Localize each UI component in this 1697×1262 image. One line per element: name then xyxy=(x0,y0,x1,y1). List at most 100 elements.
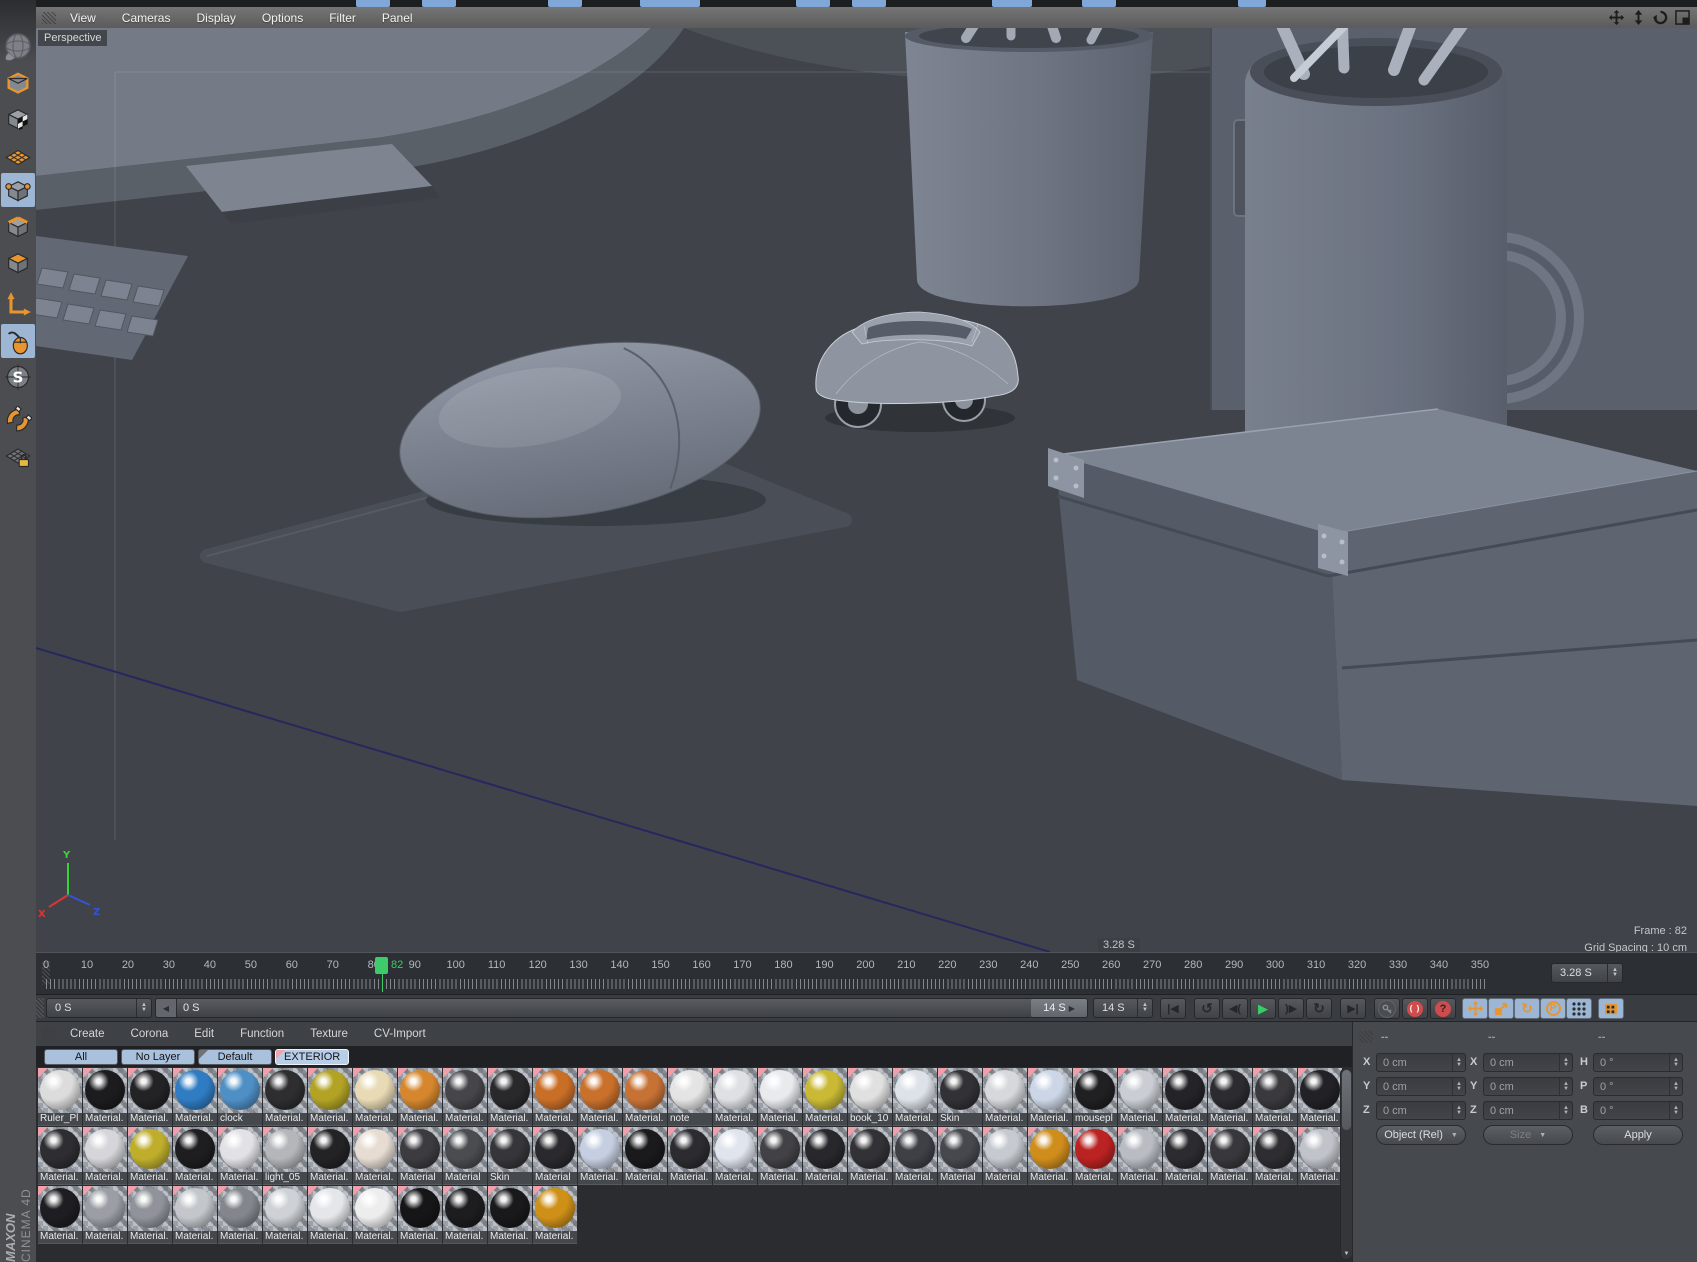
material-menu-function[interactable]: Function xyxy=(240,1028,284,1040)
coordinate-input-scale-x[interactable]: 0 cm ▲ ▼ xyxy=(1483,1053,1573,1072)
material-swatch[interactable]: Ruler_Pl xyxy=(38,1068,82,1126)
material-swatch[interactable]: Material. xyxy=(353,1127,397,1185)
material-swatch[interactable]: Material. xyxy=(128,1127,172,1185)
material-grip-icon[interactable] xyxy=(42,1028,56,1040)
material-swatch[interactable]: mousepl xyxy=(1073,1068,1117,1126)
material-swatch[interactable]: Material xyxy=(938,1127,982,1185)
material-swatch[interactable]: Material. xyxy=(848,1127,892,1185)
material-swatch[interactable]: Skin xyxy=(488,1127,532,1185)
range-grip-icon[interactable] xyxy=(36,998,44,1018)
material-swatch[interactable]: Material xyxy=(983,1127,1027,1185)
material-swatch[interactable]: Material. xyxy=(758,1127,802,1185)
goto-start-button[interactable]: |◀ xyxy=(1160,998,1186,1019)
menu-item-cameras[interactable]: Cameras xyxy=(122,11,171,25)
material-swatch[interactable]: Material. xyxy=(353,1186,397,1244)
keyframe-selection-button[interactable] xyxy=(1598,998,1624,1019)
coordinate-mode-select[interactable]: Object (Rel) ▼ xyxy=(1376,1125,1466,1145)
play-button[interactable]: ▶ xyxy=(1250,998,1276,1019)
coordinate-input-position-y[interactable]: 0 cm ▲ ▼ xyxy=(1376,1077,1466,1096)
material-menu-corona[interactable]: Corona xyxy=(131,1028,169,1040)
material-swatch[interactable]: light_05 xyxy=(263,1127,307,1185)
snap-settings-icon[interactable]: S xyxy=(1,360,35,394)
menu-item-options[interactable]: Options xyxy=(262,11,303,25)
menu-item-panel[interactable]: Panel xyxy=(382,11,413,25)
material-swatch[interactable]: Material. xyxy=(893,1127,937,1185)
material-swatch[interactable]: Material. xyxy=(308,1186,352,1244)
spinner-arrows-icon[interactable]: ▲ ▼ xyxy=(1137,999,1152,1017)
material-swatch[interactable]: Material. xyxy=(83,1127,127,1185)
viewport-3d[interactable]: Y X Z Perspective 3.28 S Frame : 82 Grid… xyxy=(36,28,1697,952)
help-button[interactable]: ? xyxy=(1430,998,1456,1019)
material-swatch[interactable]: Material. xyxy=(173,1068,217,1126)
material-swatch[interactable]: Material. xyxy=(488,1068,532,1126)
material-swatch[interactable]: Material. xyxy=(353,1068,397,1126)
timeline-end-time-field[interactable]: 3.28 S ▲ ▼ xyxy=(1551,963,1623,983)
spinner-arrows-icon[interactable]: ▲ ▼ xyxy=(136,999,151,1017)
camera-label[interactable]: Perspective xyxy=(38,30,108,46)
spinner-arrows-icon[interactable]: ▲ ▼ xyxy=(1559,1078,1572,1095)
end-time-value[interactable]: 3.28 S xyxy=(1552,967,1607,979)
material-swatch[interactable]: Material. xyxy=(83,1068,127,1126)
material-swatch[interactable]: Material. xyxy=(713,1068,757,1126)
scroll-down-icon[interactable]: ▼ xyxy=(1342,1251,1351,1257)
material-swatch[interactable]: Material. xyxy=(218,1127,262,1185)
spinner-arrows-icon[interactable]: ▲ ▼ xyxy=(1452,1054,1465,1071)
material-swatch[interactable]: Material. xyxy=(173,1127,217,1185)
polygons-mode-icon[interactable] xyxy=(1,245,35,279)
material-swatch[interactable]: Material. xyxy=(443,1068,487,1126)
material-swatch[interactable]: Material. xyxy=(1298,1127,1342,1185)
record-pla-button[interactable] xyxy=(1566,998,1592,1019)
material-tab-no-layer[interactable]: No Layer xyxy=(121,1048,195,1065)
menu-item-filter[interactable]: Filter xyxy=(329,11,356,25)
coordinates-grip-icon[interactable] xyxy=(1359,1031,1373,1043)
coordinate-input-scale-y[interactable]: 0 cm ▲ ▼ xyxy=(1483,1077,1573,1096)
material-swatch[interactable]: Material. xyxy=(398,1068,442,1126)
material-swatch[interactable]: Material. xyxy=(533,1068,577,1126)
material-swatch[interactable]: Material. xyxy=(1118,1127,1162,1185)
record-scale-button[interactable] xyxy=(1488,998,1514,1019)
record-rotation-button[interactable]: ↻ xyxy=(1514,998,1540,1019)
material-swatch[interactable]: Material. xyxy=(218,1186,262,1244)
material-swatch[interactable]: Material. xyxy=(1253,1127,1297,1185)
spinner-arrows-icon[interactable]: ▲ ▼ xyxy=(1559,1102,1572,1119)
material-swatch[interactable]: Material. xyxy=(758,1068,802,1126)
points-mode-icon[interactable] xyxy=(1,173,35,207)
material-swatch[interactable]: Material. xyxy=(173,1186,217,1244)
material-swatch[interactable]: Material. xyxy=(623,1068,667,1126)
goto-end-button[interactable]: ▶| xyxy=(1340,998,1366,1019)
material-swatch[interactable]: Material. xyxy=(1073,1127,1117,1185)
material-swatch[interactable]: Material. xyxy=(308,1068,352,1126)
coordinate-input-rotation-b[interactable]: 0 ° ▲ ▼ xyxy=(1593,1101,1683,1120)
material-swatch[interactable]: Material. xyxy=(83,1186,127,1244)
spinner-arrows-icon[interactable]: ▲ ▼ xyxy=(1559,1054,1572,1071)
rotate-view-icon[interactable] xyxy=(1652,9,1669,26)
material-swatch[interactable]: Material. xyxy=(623,1127,667,1185)
material-swatch[interactable]: Material. xyxy=(128,1068,172,1126)
material-menu-edit[interactable]: Edit xyxy=(194,1028,214,1040)
range-end-field[interactable]: 14 S ▲ ▼ xyxy=(1093,998,1153,1018)
coordinate-input-rotation-p[interactable]: 0 ° ▲ ▼ xyxy=(1593,1077,1683,1096)
toggle-panel-icon[interactable] xyxy=(1674,9,1691,26)
range-left-handle[interactable]: ◀ xyxy=(156,999,177,1017)
enable-axis-icon[interactable] xyxy=(1,288,35,322)
tweak-mode-icon[interactable] xyxy=(1,324,35,358)
material-swatch[interactable]: Material. xyxy=(578,1127,622,1185)
material-swatch[interactable]: Material. xyxy=(38,1186,82,1244)
size-select[interactable]: Size ▼ xyxy=(1483,1125,1573,1145)
material-tab-all[interactable]: All xyxy=(44,1048,118,1065)
magnet-icon[interactable] xyxy=(1,403,35,437)
spinner-arrows-icon[interactable]: ▲ ▼ xyxy=(1669,1078,1682,1095)
material-swatch[interactable]: Material. xyxy=(38,1127,82,1185)
autokey-button[interactable]: ( ) xyxy=(1402,998,1428,1019)
move-view-icon[interactable] xyxy=(1608,9,1625,26)
range-end-value[interactable]: 14 S xyxy=(1094,1002,1137,1014)
material-swatch[interactable]: Material. xyxy=(263,1186,307,1244)
material-swatch[interactable]: Material. xyxy=(1163,1127,1207,1185)
preview-range-slider[interactable]: ◀ 0 S 14 S ▶ xyxy=(155,998,1088,1018)
previous-key-button[interactable]: ↺ xyxy=(1194,998,1220,1019)
drag-grip-icon[interactable] xyxy=(42,11,56,24)
spinner-arrows-icon[interactable]: ▲ ▼ xyxy=(1452,1078,1465,1095)
range-start-field[interactable]: 0 S ▲ ▼ xyxy=(46,998,152,1018)
coordinate-input-scale-z[interactable]: 0 cm ▲ ▼ xyxy=(1483,1101,1573,1120)
next-key-button[interactable]: ↻ xyxy=(1306,998,1332,1019)
